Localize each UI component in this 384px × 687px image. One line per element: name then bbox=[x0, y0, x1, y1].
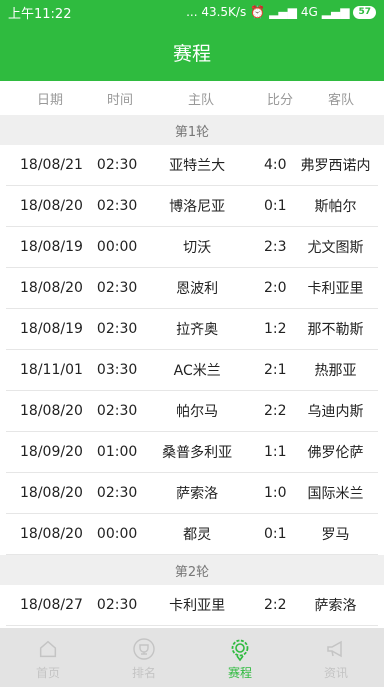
match-score: 2:0 bbox=[263, 280, 287, 296]
trophy-icon bbox=[132, 637, 156, 661]
schedule-icon bbox=[228, 637, 252, 662]
signal-icon: ▂▄▆ bbox=[269, 5, 297, 19]
match-row[interactable]: 18/08/20 02:30 博洛尼亚 0:1 斯帕尔 bbox=[6, 186, 378, 227]
match-time: 00:00 bbox=[96, 526, 138, 542]
round-header: 第2轮 bbox=[0, 555, 384, 585]
nav-item-2[interactable]: 赛程 bbox=[192, 628, 288, 687]
match-time: 02:30 bbox=[96, 280, 138, 296]
network-speed: ... 43.5K/s bbox=[186, 5, 247, 19]
column-time: 时间 bbox=[106, 92, 133, 108]
match-score: 0:1 bbox=[263, 198, 287, 214]
column-away: 客队 bbox=[327, 92, 354, 108]
match-time: 02:30 bbox=[96, 157, 138, 173]
nav-label: 排名 bbox=[131, 666, 156, 680]
page-title: 赛程 bbox=[0, 24, 384, 81]
match-score: 4:0 bbox=[263, 157, 287, 173]
battery-icon: 57 bbox=[353, 5, 376, 19]
home-team: AC米兰 bbox=[173, 363, 221, 379]
bottom-nav: 首页 排名 赛程 资讯 bbox=[0, 628, 384, 687]
home-team: 都灵 bbox=[183, 527, 212, 543]
nav-label: 赛程 bbox=[227, 666, 252, 680]
away-team: 斯帕尔 bbox=[314, 199, 357, 215]
away-team: 那不勒斯 bbox=[307, 322, 364, 338]
match-date: 18/08/20 bbox=[20, 485, 83, 501]
nav-item-1[interactable]: 排名 bbox=[96, 628, 192, 687]
match-row[interactable]: 18/08/19 02:30 拉齐奥 1:2 那不勒斯 bbox=[6, 309, 378, 350]
home-team: 博洛尼亚 bbox=[169, 199, 226, 215]
home-icon bbox=[36, 637, 60, 661]
round-header: 第1轮 bbox=[0, 115, 384, 145]
column-date: 日期 bbox=[36, 92, 63, 108]
match-time: 00:00 bbox=[96, 239, 138, 255]
schedule-list[interactable]: 第1轮 18/08/21 02:30 亚特兰大 4:0 弗罗西诺内 18/08/20 02:3… bbox=[0, 115, 384, 626]
match-time: 03:30 bbox=[96, 362, 138, 378]
match-date: 18/08/19 bbox=[20, 239, 83, 255]
away-team: 热那亚 bbox=[314, 363, 357, 379]
match-row[interactable]: 18/09/20 01:00 桑普多利亚 1:1 佛罗伦萨 bbox=[6, 432, 378, 473]
table-header: 日期 时间 主队 比分 客队 bbox=[0, 81, 384, 115]
home-team: 切沃 bbox=[183, 240, 212, 256]
match-date: 18/08/20 bbox=[20, 526, 83, 542]
match-time: 02:30 bbox=[96, 198, 138, 214]
match-time: 02:30 bbox=[96, 597, 138, 613]
nav-label: 首页 bbox=[35, 666, 60, 680]
status-time: 上午11:22 bbox=[8, 6, 72, 22]
match-date: 18/08/27 bbox=[20, 597, 83, 613]
column-score: 比分 bbox=[266, 92, 293, 108]
away-team: 卡利亚里 bbox=[307, 281, 364, 297]
match-score: 2:2 bbox=[263, 597, 287, 613]
match-date: 18/08/20 bbox=[20, 198, 83, 214]
match-time: 02:30 bbox=[96, 485, 138, 501]
home-team: 卡利亚里 bbox=[169, 598, 226, 614]
away-team: 尤文图斯 bbox=[307, 240, 364, 256]
match-row[interactable]: 18/08/27 02:30 卡利亚里 2:2 萨索洛 bbox=[6, 585, 378, 626]
status-indicators: ... 43.5K/s ⏰ ▂▄▆ 4G ▂▄▆ 57 bbox=[186, 5, 376, 19]
away-team: 罗马 bbox=[321, 527, 350, 543]
match-date: 18/08/20 bbox=[20, 280, 83, 296]
match-date: 18/08/19 bbox=[20, 321, 83, 337]
network-type: 4G bbox=[300, 5, 318, 19]
nav-item-0[interactable]: 首页 bbox=[0, 628, 96, 687]
away-team: 萨索洛 bbox=[314, 598, 357, 614]
match-score: 2:2 bbox=[263, 403, 287, 419]
away-team: 佛罗伦萨 bbox=[307, 445, 364, 461]
match-score: 1:0 bbox=[263, 485, 287, 501]
match-row[interactable]: 18/08/19 00:00 切沃 2:3 尤文图斯 bbox=[6, 227, 378, 268]
match-date: 18/08/21 bbox=[20, 157, 83, 173]
match-row[interactable]: 18/08/21 02:30 亚特兰大 4:0 弗罗西诺内 bbox=[6, 145, 378, 186]
away-team: 国际米兰 bbox=[307, 486, 364, 502]
home-team: 萨索洛 bbox=[176, 486, 219, 502]
match-time: 02:30 bbox=[96, 321, 138, 337]
away-team: 弗罗西诺内 bbox=[300, 158, 371, 174]
megaphone-icon bbox=[324, 637, 348, 661]
match-score: 2:3 bbox=[263, 239, 287, 255]
match-score: 0:1 bbox=[263, 526, 287, 542]
match-date: 18/11/01 bbox=[20, 362, 83, 378]
home-team: 恩波利 bbox=[176, 281, 219, 297]
match-time: 02:30 bbox=[96, 403, 138, 419]
match-date: 18/08/20 bbox=[20, 403, 83, 419]
home-team: 拉齐奥 bbox=[176, 322, 219, 338]
home-team: 帕尔马 bbox=[176, 404, 219, 420]
away-team: 乌迪内斯 bbox=[307, 404, 364, 420]
match-row[interactable]: 18/11/01 03:30 AC米兰 2:1 热那亚 bbox=[6, 350, 378, 391]
match-score: 2:1 bbox=[263, 362, 287, 378]
nav-item-3[interactable]: 资讯 bbox=[288, 628, 384, 687]
column-home: 主队 bbox=[187, 92, 214, 108]
match-score: 1:1 bbox=[263, 444, 287, 460]
match-row[interactable]: 18/08/20 02:30 萨索洛 1:0 国际米兰 bbox=[6, 473, 378, 514]
nav-label: 资讯 bbox=[323, 666, 348, 680]
match-row[interactable]: 18/08/20 00:00 都灵 0:1 罗马 bbox=[6, 514, 378, 555]
match-row[interactable]: 18/08/20 02:30 帕尔马 2:2 乌迪内斯 bbox=[6, 391, 378, 432]
home-team: 桑普多利亚 bbox=[162, 445, 233, 461]
match-time: 01:00 bbox=[96, 444, 138, 460]
signal-icon-2: ▂▄▆ bbox=[321, 5, 350, 19]
home-team: 亚特兰大 bbox=[169, 158, 226, 174]
match-score: 1:2 bbox=[263, 321, 287, 337]
match-row[interactable]: 18/08/20 02:30 恩波利 2:0 卡利亚里 bbox=[6, 268, 378, 309]
status-bar: 上午11:22 ... 43.5K/s ⏰ ▂▄▆ 4G ▂▄▆ 57 bbox=[0, 0, 384, 24]
alarm-icon: ⏰ bbox=[250, 5, 266, 19]
match-date: 18/09/20 bbox=[20, 444, 83, 460]
